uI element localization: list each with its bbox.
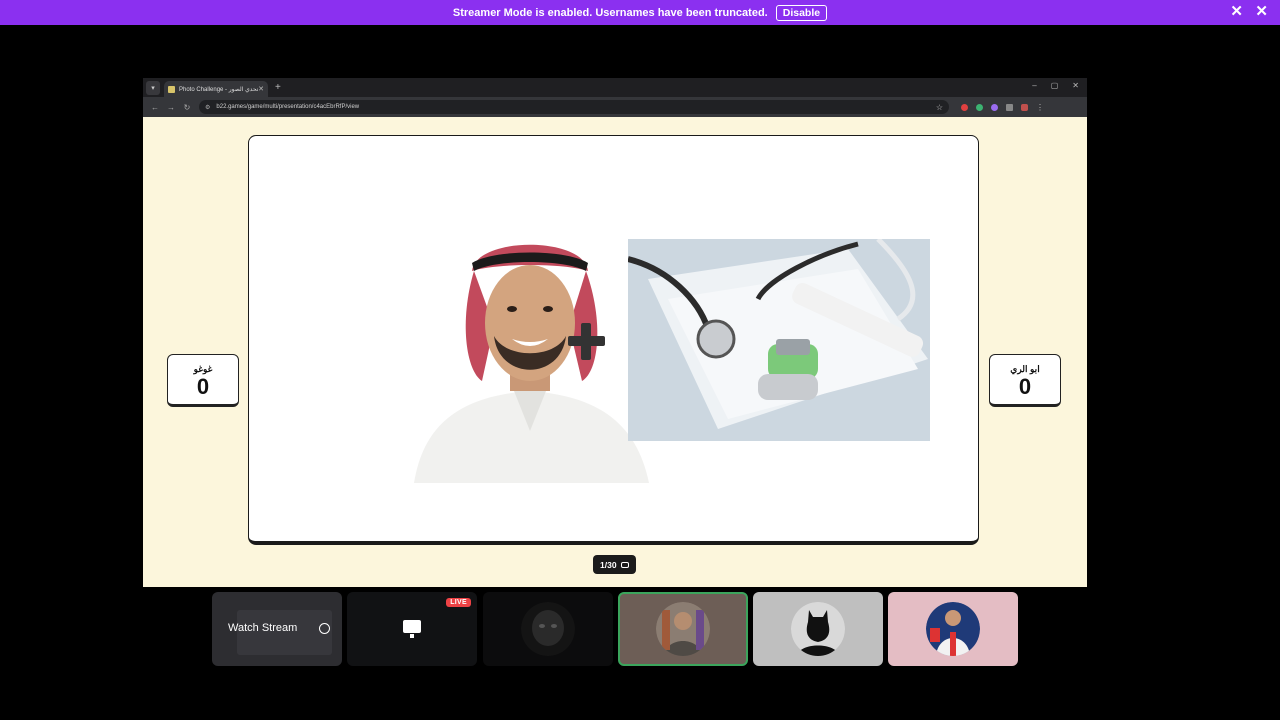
close-icon[interactable]: ✕ <box>1255 4 1268 19</box>
site-info-icon[interactable]: ⚙ <box>205 104 210 111</box>
participant-tile[interactable] <box>753 592 883 666</box>
avatar <box>656 602 710 656</box>
watch-stream-label: Watch Stream <box>228 622 298 634</box>
left-player-score: 0 <box>196 374 210 399</box>
extension-icon[interactable] <box>961 103 968 111</box>
man-in-ghutra-image <box>414 244 649 483</box>
challenge-card <box>248 135 979 545</box>
live-stream-tile[interactable]: LIVE <box>347 592 477 666</box>
close-window-icon[interactable]: ✕ <box>1072 81 1079 90</box>
favicon-icon <box>168 85 175 93</box>
participant-tile[interactable] <box>483 592 613 666</box>
url-field[interactable]: ⚙ b22.games/game/multi/presentation/c4ac… <box>199 100 949 114</box>
tab-search-icon[interactable]: ▾ <box>146 80 160 95</box>
game-page: غوغو 0 ابو الري 0 1/30 <box>143 117 1087 587</box>
window-controls: – ▢ ✕ <box>1032 81 1079 90</box>
url-text: b22.games/game/multi/presentation/c4acEb… <box>216 104 360 110</box>
back-icon[interactable]: ← <box>151 103 159 112</box>
maximize-icon[interactable]: ▢ <box>1051 81 1059 90</box>
shared-browser-window: ▾ Photo Challenge - تحدي الصور ✕ + – ▢ ✕… <box>143 78 1087 587</box>
avatar <box>926 602 980 656</box>
reload-icon[interactable]: ↻ <box>183 103 191 112</box>
participant-tile[interactable] <box>888 592 1018 666</box>
disable-streamer-mode-button[interactable]: Disable <box>775 4 828 21</box>
round-progress: 1/30 <box>600 559 617 570</box>
left-player-score-card: غوغو 0 <box>167 354 239 407</box>
tab-title: Photo Challenge - تحدي الصور <box>179 86 259 93</box>
avatar <box>791 602 845 656</box>
extension-icon[interactable] <box>991 103 998 111</box>
minimize-icon[interactable]: – <box>1032 81 1036 90</box>
streamer-mode-banner: Streamer Mode is enabled. Usernames have… <box>0 0 1280 25</box>
new-tab-button[interactable]: + <box>275 82 281 93</box>
extension-icon[interactable] <box>976 103 983 111</box>
screen-share-icon <box>403 620 421 638</box>
right-player-score: 0 <box>1018 374 1032 399</box>
close-icon[interactable]: ✕ <box>1230 4 1243 19</box>
profile-icon[interactable] <box>1021 103 1028 111</box>
live-badge: LIVE <box>446 598 471 607</box>
extensions-area: ⋮ <box>961 103 1044 112</box>
streamer-mode-message: Streamer Mode is enabled. Usernames have… <box>452 6 768 19</box>
extensions-puzzle-icon[interactable] <box>1006 103 1013 111</box>
menu-kebab-icon[interactable]: ⋮ <box>1036 103 1044 112</box>
plus-icon <box>565 320 609 364</box>
stethoscope-medical-image <box>628 239 930 441</box>
tab-bar: ▾ Photo Challenge - تحدي الصور ✕ + – ▢ ✕ <box>143 78 1087 97</box>
watch-stream-icon <box>319 623 330 634</box>
round-counter: 1/30 <box>593 555 636 574</box>
right-player-score-card: ابو الري 0 <box>989 354 1061 407</box>
browser-tab[interactable]: Photo Challenge - تحدي الصور ✕ <box>164 81 268 97</box>
forward-icon[interactable]: → <box>167 103 175 112</box>
address-bar-row: ← → ↻ ⚙ b22.games/game/multi/presentatio… <box>143 97 1087 117</box>
bookmark-star-icon[interactable]: ☆ <box>936 103 943 112</box>
close-tab-icon[interactable]: ✕ <box>258 85 264 93</box>
image-icon <box>620 561 629 568</box>
watch-stream-tile[interactable]: Watch Stream <box>212 592 342 666</box>
avatar <box>521 602 575 656</box>
participant-tile-speaking[interactable] <box>618 592 748 666</box>
